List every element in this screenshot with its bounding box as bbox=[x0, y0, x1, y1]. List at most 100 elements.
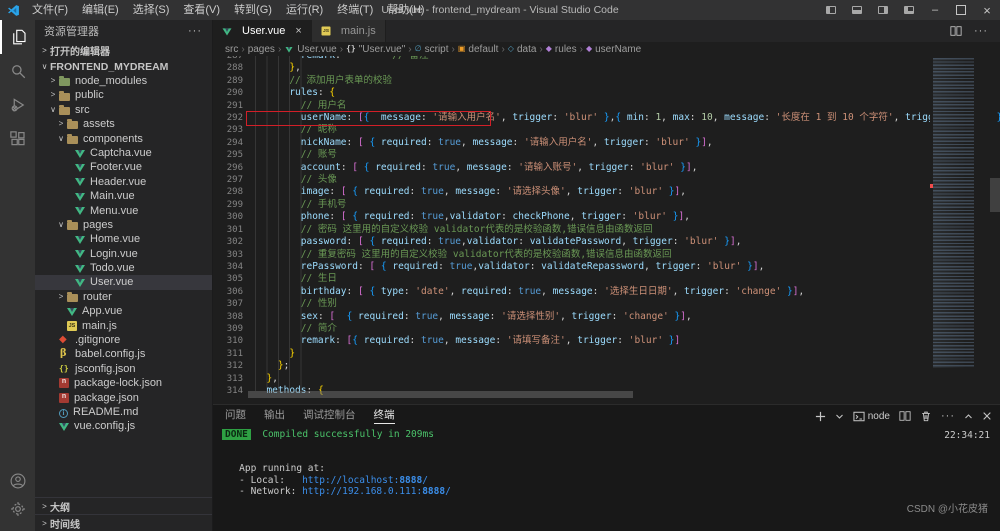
tree-item-babel.config.js[interactable]: babel.config.js bbox=[35, 347, 212, 361]
terminal-link[interactable]: http://192.168.0.111: bbox=[302, 486, 422, 497]
tab-main.js[interactable]: main.js bbox=[312, 20, 386, 42]
close-panel-icon[interactable] bbox=[982, 411, 992, 421]
tree-item-User.vue[interactable]: User.vue bbox=[35, 275, 212, 289]
tree-item-Todo.vue[interactable]: Todo.vue bbox=[35, 261, 212, 275]
maximize-panel-icon[interactable] bbox=[964, 412, 973, 421]
terminal-link[interactable]: http://localhost: bbox=[302, 475, 399, 486]
tree-item-vue.config.js[interactable]: vue.config.js bbox=[35, 419, 212, 433]
chevron-right-icon: > bbox=[47, 88, 59, 102]
account-icon[interactable] bbox=[0, 467, 35, 495]
breadcrumb-item[interactable]: ∅script bbox=[415, 44, 449, 55]
tree-item-App.vue[interactable]: App.vue bbox=[35, 304, 212, 318]
menu-item[interactable]: 终端(T) bbox=[330, 0, 380, 20]
tree-item-src[interactable]: ∨src bbox=[35, 103, 212, 117]
menu-item[interactable]: 运行(R) bbox=[279, 0, 330, 20]
tree-item-Main.vue[interactable]: Main.vue bbox=[35, 189, 212, 203]
breadcrumb-item[interactable]: ◆rules bbox=[546, 44, 577, 55]
open-editors-section[interactable]: > 打开的编辑器 bbox=[35, 42, 212, 59]
tree-item-Footer.vue[interactable]: Footer.vue bbox=[35, 160, 212, 174]
run-and-debug-icon[interactable] bbox=[0, 88, 35, 122]
tree-item-package-lock.json[interactable]: package-lock.json bbox=[35, 376, 212, 390]
breadcrumb-item[interactable]: ▣default bbox=[458, 44, 499, 55]
close-tab-icon[interactable]: × bbox=[295, 25, 301, 37]
toggle-secondary-sidebar-icon[interactable] bbox=[870, 0, 896, 20]
tree-item-.gitignore[interactable]: .gitignore bbox=[35, 333, 212, 347]
panel-tab-终端[interactable]: 终端 bbox=[374, 405, 395, 426]
panel-tab-输出[interactable]: 输出 bbox=[264, 405, 285, 426]
tree-item-router[interactable]: >router bbox=[35, 290, 212, 304]
terminal-line bbox=[222, 452, 1000, 463]
line-number: 289 bbox=[213, 75, 255, 87]
tree-item-pages[interactable]: ∨pages bbox=[35, 218, 212, 232]
panel-tab-问题[interactable]: 问题 bbox=[225, 405, 246, 426]
code-text: image: [ { required: true, message: '请选择… bbox=[255, 186, 686, 198]
kill-terminal-trash-icon[interactable] bbox=[920, 410, 932, 422]
tree-item-assets[interactable]: >assets bbox=[35, 117, 212, 131]
tree-item-Home.vue[interactable]: Home.vue bbox=[35, 232, 212, 246]
tree-item-Header.vue[interactable]: Header.vue bbox=[35, 175, 212, 189]
project-root-row[interactable]: ∨ FRONTEND_MYDREAM bbox=[35, 59, 212, 74]
menu-item[interactable]: 转到(G) bbox=[227, 0, 279, 20]
code-line-311: 311 } bbox=[213, 348, 1000, 360]
terminal-link[interactable]: 8888 bbox=[399, 475, 422, 486]
panel-more-icon[interactable]: ··· bbox=[941, 410, 955, 422]
tree-item-public[interactable]: >public bbox=[35, 88, 212, 102]
search-icon[interactable] bbox=[0, 54, 35, 88]
tree-item-jsconfig.json[interactable]: jsconfig.json bbox=[35, 362, 212, 376]
menu-item[interactable]: 编辑(E) bbox=[75, 0, 126, 20]
terminal-link[interactable]: / bbox=[422, 475, 428, 486]
tree-item-README.md[interactable]: README.md bbox=[35, 405, 212, 419]
tree-item-Captcha.vue[interactable]: Captcha.vue bbox=[35, 146, 212, 160]
tree-item-Login.vue[interactable]: Login.vue bbox=[35, 247, 212, 261]
horizontal-scrollbar[interactable] bbox=[248, 391, 633, 398]
breadcrumb-item[interactable]: {}"User.vue" bbox=[346, 44, 405, 55]
panel-tab-调试控制台[interactable]: 调试控制台 bbox=[303, 405, 356, 426]
minimap[interactable] bbox=[930, 56, 990, 404]
customize-layout-icon[interactable] bbox=[896, 0, 922, 20]
menu-item[interactable]: 文件(F) bbox=[25, 0, 75, 20]
explorer-icon[interactable] bbox=[0, 20, 35, 54]
maximize-button[interactable] bbox=[948, 0, 974, 20]
split-editor-icon[interactable] bbox=[950, 25, 962, 37]
breadcrumb-item[interactable]: ◆userName bbox=[586, 44, 641, 55]
breadcrumb-item[interactable]: pages bbox=[248, 44, 275, 55]
split-terminal-icon[interactable] bbox=[899, 410, 911, 422]
terminal-link[interactable]: 8888 bbox=[422, 486, 445, 497]
minimize-button[interactable]: – bbox=[922, 0, 948, 20]
code-editor[interactable]: 287 remark: '' // 备注288 },289 // 添加用户表单的… bbox=[213, 56, 1000, 404]
close-button[interactable]: × bbox=[974, 0, 1000, 20]
outline-section[interactable]: > 大纲 bbox=[35, 497, 212, 514]
terminal-link[interactable]: / bbox=[445, 486, 451, 497]
tree-item-node_modules[interactable]: >node_modules bbox=[35, 74, 212, 88]
more-actions-icon[interactable]: ··· bbox=[974, 25, 988, 37]
code-line-300: 300 phone: [ { required: true,validator:… bbox=[213, 211, 1000, 223]
extensions-icon[interactable] bbox=[0, 122, 35, 156]
breadcrumb-label: pages bbox=[248, 44, 275, 55]
tab-label: main.js bbox=[341, 25, 376, 37]
tab-User.vue[interactable]: User.vue× bbox=[213, 20, 312, 42]
breadcrumb-item[interactable]: ◇data bbox=[508, 44, 537, 55]
terminal-dropdown-icon[interactable] bbox=[835, 412, 844, 421]
line-number: 307 bbox=[213, 298, 255, 310]
terminal-output[interactable]: DONE Compiled successfully in 209ms App … bbox=[213, 429, 1000, 531]
sidebar-more-icon[interactable]: ··· bbox=[188, 25, 202, 37]
new-terminal-icon[interactable] bbox=[815, 411, 826, 422]
vue-icon bbox=[75, 163, 85, 172]
menu-item[interactable]: 查看(V) bbox=[176, 0, 227, 20]
code-text: account: [ { required: true, message: '请… bbox=[255, 162, 697, 174]
tree-item-main.js[interactable]: main.js bbox=[35, 319, 212, 333]
breadcrumb-item[interactable]: src bbox=[225, 44, 238, 55]
vertical-scrollbar[interactable] bbox=[990, 178, 1000, 212]
breadcrumb-item[interactable]: User.vue bbox=[284, 44, 336, 55]
timeline-section[interactable]: > 时间线 bbox=[35, 514, 212, 531]
menu-item[interactable]: 帮助(H) bbox=[380, 0, 431, 20]
menu-item[interactable]: 选择(S) bbox=[126, 0, 177, 20]
tree-item-Menu.vue[interactable]: Menu.vue bbox=[35, 204, 212, 218]
tree-item-package.json[interactable]: package.json bbox=[35, 391, 212, 405]
tree-item-components[interactable]: ∨components bbox=[35, 132, 212, 146]
toggle-panel-icon[interactable] bbox=[844, 0, 870, 20]
terminal-shell-selector[interactable]: node bbox=[853, 411, 890, 422]
toggle-sidebar-icon[interactable] bbox=[818, 0, 844, 20]
code-text: password: [ { required: true,validator: … bbox=[255, 236, 741, 248]
settings-gear-icon[interactable] bbox=[0, 495, 35, 523]
